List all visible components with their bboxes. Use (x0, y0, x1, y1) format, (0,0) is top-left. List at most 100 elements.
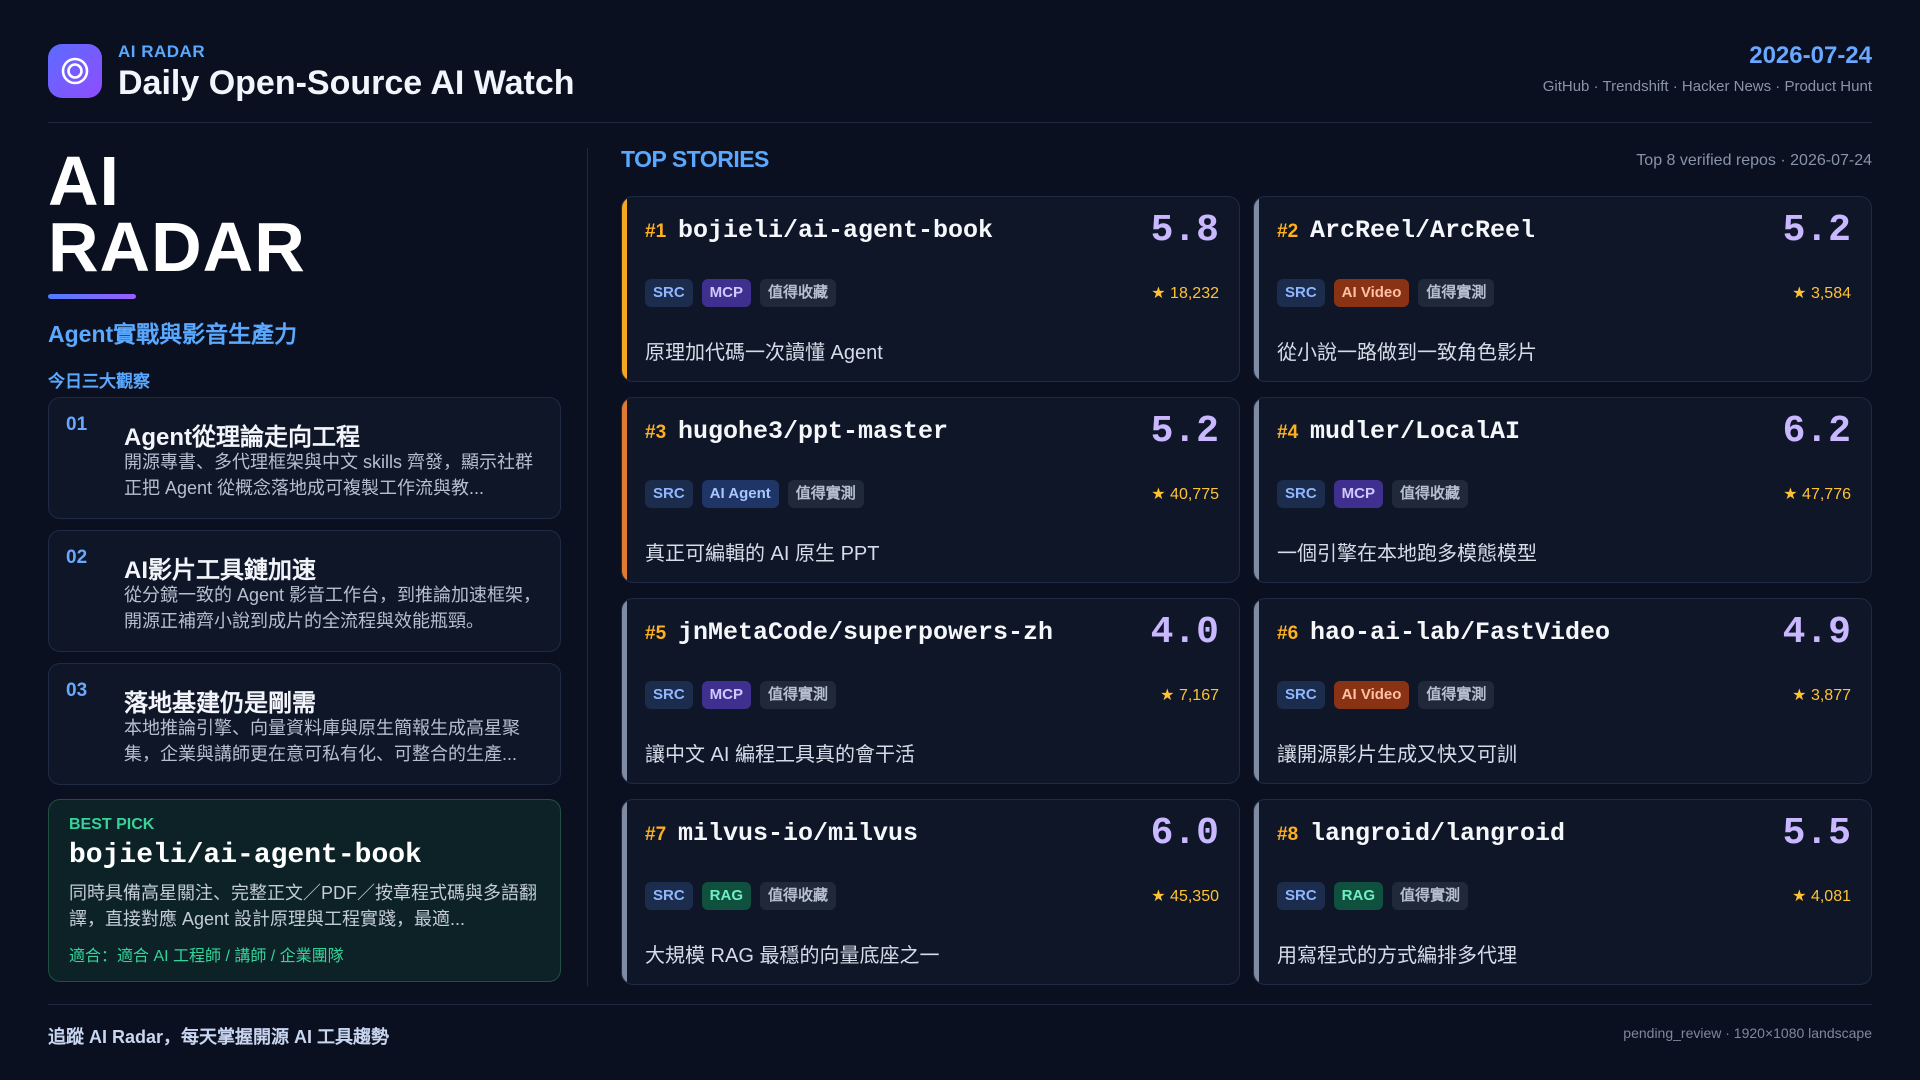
insight-number: 01 (66, 414, 88, 435)
best-pick-repo: bojieli/ai-agent-book (69, 840, 422, 871)
stories-title: TOP STORIES (621, 146, 769, 172)
story-tag: AI Video (1333, 681, 1410, 709)
insight-card-2: 02 AI影片工具鏈加速 從分鏡一致的 Agent 影音工作台，到推論加速框架，… (48, 530, 561, 652)
story-score: 6.2 (1782, 410, 1851, 453)
story-tag: 值得收藏 (1392, 480, 1469, 508)
story-card-2[interactable]: #2 ArcReel/ArcReel 5.2 SRC AI Video 值得實測 ★ 3,5… (1253, 196, 1872, 382)
story-desc: 讓開源影片生成又快又可訓 (1277, 744, 1517, 766)
best-pick-card[interactable]: BEST PICK bojieli/ai-agent-book 同時具備高星關注… (48, 799, 561, 982)
story-tag: AI Video (1333, 279, 1410, 307)
story-tag: SRC (1277, 882, 1325, 910)
best-pick-audience: 適合：適合 AI 工程師 / 講師 / 企業團隊 (69, 948, 344, 965)
story-tags: SRC RAG 值得收藏 (645, 882, 837, 910)
story-card-8[interactable]: #8 langroid/langroid 5.5 SRC RAG 值得實測 ★ 4,081 用… (1253, 799, 1872, 985)
story-score: 5.8 (1150, 209, 1219, 252)
story-score: 4.0 (1150, 611, 1219, 654)
story-tags: SRC RAG 值得實測 (1277, 882, 1469, 910)
story-card-5[interactable]: #5 jnMetaCode/superpowers-zh 4.0 SRC MCP 值得實測… (621, 598, 1240, 784)
footer-tagline: 追蹤 AI Radar，每天掌握開源 AI 工具趨勢 (48, 1027, 390, 1047)
story-tag: SRC (645, 882, 693, 910)
header: AI RADAR Daily Open-Source AI Watch 2026… (48, 38, 1872, 124)
insights-label: 今日三大觀察 (48, 372, 150, 391)
card-accent-edge (1254, 599, 1259, 783)
story-tag: RAG (1333, 882, 1384, 910)
story-desc: 讓中文 AI 編程工具真的會干活 (645, 744, 916, 766)
story-tag: 值得實測 (1392, 882, 1469, 910)
story-tags: SRC AI Video 值得實測 (1277, 681, 1495, 709)
story-tag: RAG (701, 882, 752, 910)
story-tag: 值得實測 (760, 681, 837, 709)
story-tag: AI Agent (701, 480, 779, 508)
story-tag: SRC (1277, 480, 1325, 508)
story-tag: SRC (645, 480, 693, 508)
sources-line: GitHub · Trendshift · Hacker News · Prod… (1542, 78, 1872, 95)
story-rank: #1 (645, 221, 667, 242)
story-desc: 一個引擎在本地跑多模態模型 (1277, 543, 1537, 565)
story-tag: 值得實測 (787, 480, 864, 508)
card-accent-edge (1254, 800, 1259, 984)
card-accent-edge (622, 398, 627, 582)
story-card-1[interactable]: #1 bojieli/ai-agent-book 5.8 SRC MCP 值得收藏 ★ 18… (621, 196, 1240, 382)
accent-bar (48, 294, 136, 299)
column-divider (587, 148, 588, 986)
story-card-3[interactable]: #3 hugohe3/ppt-master 5.2 SRC AI Agent 值得實測 ★ … (621, 397, 1240, 583)
story-score: 5.2 (1782, 209, 1851, 252)
story-stars: ★ 40,775 (1151, 486, 1219, 503)
story-tag: 值得實測 (1418, 681, 1495, 709)
hero-title-line1: AI (48, 142, 120, 220)
story-rank: #8 (1277, 824, 1299, 845)
story-desc: 從小說一路做到一致角色影片 (1277, 342, 1537, 364)
card-accent-edge (1254, 197, 1259, 381)
report-date: 2026-07-24 (1749, 42, 1872, 69)
story-card-6[interactable]: #6 hao-ai-lab/FastVideo 4.9 SRC AI Video 值得實測… (1253, 598, 1872, 784)
story-tag: 值得收藏 (760, 279, 837, 307)
target-icon (48, 44, 102, 98)
card-accent-edge (622, 800, 627, 984)
hero-subtitle: Agent實戰與影音生產力 (48, 321, 298, 347)
story-desc: 用寫程式的方式編排多代理 (1277, 945, 1517, 967)
story-tag: SRC (645, 681, 693, 709)
story-rank: #6 (1277, 623, 1299, 644)
story-repo: hugohe3/ppt-master (678, 417, 949, 446)
best-pick-desc: 同時具備高星關注、完整正文／PDF／按章程式碼與多語翻譯，直接對應 Agent … (69, 883, 537, 929)
footer-status: pending_review · 1920×1080 landscape (1623, 1025, 1872, 1041)
story-score: 5.2 (1150, 410, 1219, 453)
story-repo: ArcReel/ArcReel (1310, 216, 1536, 245)
story-rank: #7 (645, 824, 667, 845)
story-repo: jnMetaCode/superpowers-zh (678, 618, 1054, 647)
story-desc: 大規模 RAG 最穩的向量底座之一 (645, 945, 940, 967)
story-tag: 值得收藏 (760, 882, 837, 910)
story-tag: MCP (701, 681, 752, 709)
card-accent-edge (622, 197, 627, 381)
story-score: 6.0 (1150, 812, 1219, 855)
story-score: 4.9 (1782, 611, 1851, 654)
hero-title: AI RADAR (48, 142, 561, 282)
insight-number: 02 (66, 547, 88, 568)
story-rank: #3 (645, 422, 667, 443)
story-repo: mudler/LocalAI (1310, 417, 1521, 446)
story-tag: SRC (645, 279, 693, 307)
story-desc: 原理加代碼一次讀懂 Agent (645, 342, 883, 364)
story-rank: #4 (1277, 422, 1299, 443)
story-score: 5.5 (1782, 812, 1851, 855)
brand-label: AI RADAR (118, 42, 206, 61)
story-stars: ★ 7,167 (1160, 687, 1219, 704)
page-title: Daily Open-Source AI Watch (118, 64, 575, 102)
story-stars: ★ 3,584 (1792, 285, 1851, 302)
story-tags: SRC MCP 值得收藏 (1277, 480, 1469, 508)
card-accent-edge (1254, 398, 1259, 582)
story-card-7[interactable]: #7 milvus-io/milvus 6.0 SRC RAG 值得收藏 ★ 45,350 大… (621, 799, 1240, 985)
story-tags: SRC AI Video 值得實測 (1277, 279, 1495, 307)
insight-card-1: 01 Agent從理論走向工程 開源專書、多代理框架與中文 skills 齊發，… (48, 397, 561, 519)
story-card-4[interactable]: #4 mudler/LocalAI 6.2 SRC MCP 值得收藏 ★ 47,776 一個引… (1253, 397, 1872, 583)
left-panel: AI RADAR Agent實戰與影音生產力 今日三大觀察 01 Agent從理… (48, 142, 561, 982)
story-tag: MCP (701, 279, 752, 307)
insight-card-3: 03 落地基建仍是剛需 本地推論引擎、向量資料庫與原生簡報生成高星聚集，企業與講… (48, 663, 561, 785)
insight-desc: 本地推論引擎、向量資料庫與原生簡報生成高星聚集，企業與講師更在意可私有化、可整合… (124, 718, 520, 764)
card-accent-edge (622, 599, 627, 783)
footer-divider (48, 1004, 1872, 1005)
story-tag: MCP (1333, 480, 1384, 508)
story-tags: SRC MCP 值得實測 (645, 681, 837, 709)
story-repo: langroid/langroid (1310, 819, 1566, 848)
story-stars: ★ 4,081 (1792, 888, 1851, 905)
